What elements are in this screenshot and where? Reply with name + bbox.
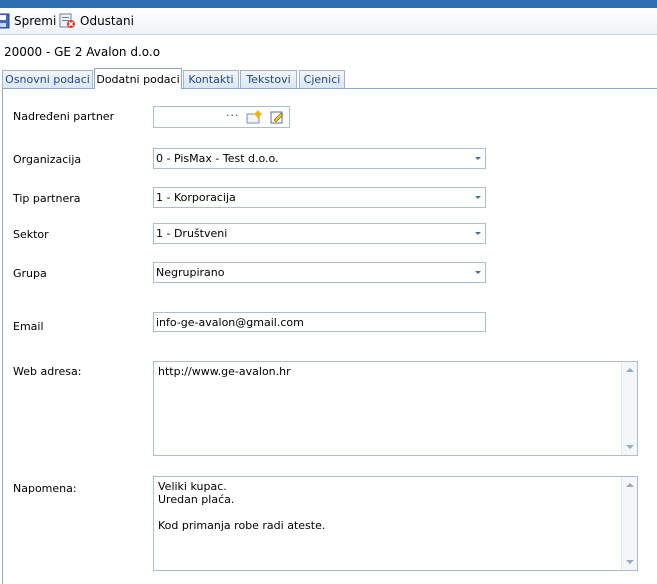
note-label: Napomena: — [13, 482, 77, 495]
scroll-down-icon[interactable] — [626, 445, 634, 449]
note-field[interactable] — [153, 476, 638, 571]
group-value: Negrupirano — [156, 266, 225, 279]
organization-value: 0 - PisMax - Test d.o.o. — [156, 152, 279, 165]
email-label: Email — [13, 320, 44, 333]
edit-icon[interactable] — [270, 110, 284, 124]
record-title: 20000 - GE 2 Avalon d.o.o — [4, 45, 161, 59]
group-select[interactable]: Negrupirano — [153, 262, 486, 283]
partner-type-value: 1 - Korporacija — [156, 191, 236, 204]
email-field[interactable] — [153, 312, 486, 332]
note-scrollbar[interactable] — [621, 477, 637, 570]
chevron-down-icon[interactable] — [475, 232, 481, 235]
tab-dodatni-podaci[interactable]: Dodatni podaci — [94, 68, 182, 89]
chevron-down-icon[interactable] — [475, 157, 481, 160]
browse-button[interactable]: ··· — [226, 109, 240, 122]
tab-cjenici[interactable]: Cjenici — [299, 70, 345, 88]
cancel-button-label: Odustani — [80, 14, 134, 28]
cancel-button[interactable]: Odustani — [58, 11, 134, 31]
sector-label: Sektor — [13, 228, 49, 241]
tab-osnovni-podaci[interactable]: Osnovni podaci — [2, 70, 93, 88]
chevron-down-icon[interactable] — [475, 196, 481, 199]
note-textarea[interactable] — [158, 480, 618, 568]
chevron-down-icon[interactable] — [475, 271, 481, 274]
toolbar: Spremi Odustani — [0, 8, 657, 35]
partner-type-select[interactable]: 1 - Korporacija — [153, 187, 486, 208]
web-scrollbar[interactable] — [621, 362, 637, 455]
tab-tekstovi[interactable]: Tekstovi — [240, 70, 297, 88]
group-label: Grupa — [13, 267, 47, 280]
parent-partner-field[interactable]: ··· — [153, 106, 290, 128]
window-title-bar — [0, 0, 657, 8]
web-label: Web adresa: — [13, 365, 82, 378]
scroll-up-icon[interactable] — [626, 483, 634, 487]
tab-kontakti[interactable]: Kontakti — [183, 70, 239, 88]
save-button-label: Spremi — [14, 14, 57, 28]
cancel-document-icon — [59, 13, 75, 28]
tab-strip: Osnovni podaci Dodatni podaci Kontakti T… — [2, 68, 657, 89]
floppy-disk-icon — [0, 13, 10, 29]
organization-label: Organizacija — [13, 153, 82, 166]
sector-select[interactable]: 1 - Društveni — [153, 223, 486, 244]
organization-select[interactable]: 0 - PisMax - Test d.o.o. — [153, 148, 486, 169]
scroll-down-icon[interactable] — [626, 560, 634, 564]
sector-value: 1 - Društveni — [156, 227, 228, 240]
save-button[interactable]: Spremi — [0, 11, 56, 31]
web-field[interactable] — [153, 361, 638, 456]
email-input[interactable] — [156, 315, 482, 330]
parent-partner-label: Nadređeni partner — [13, 110, 115, 123]
web-textarea[interactable] — [158, 365, 618, 453]
scroll-up-icon[interactable] — [626, 368, 634, 372]
new-item-icon[interactable] — [246, 110, 262, 124]
partner-type-label: Tip partnera — [13, 192, 81, 205]
